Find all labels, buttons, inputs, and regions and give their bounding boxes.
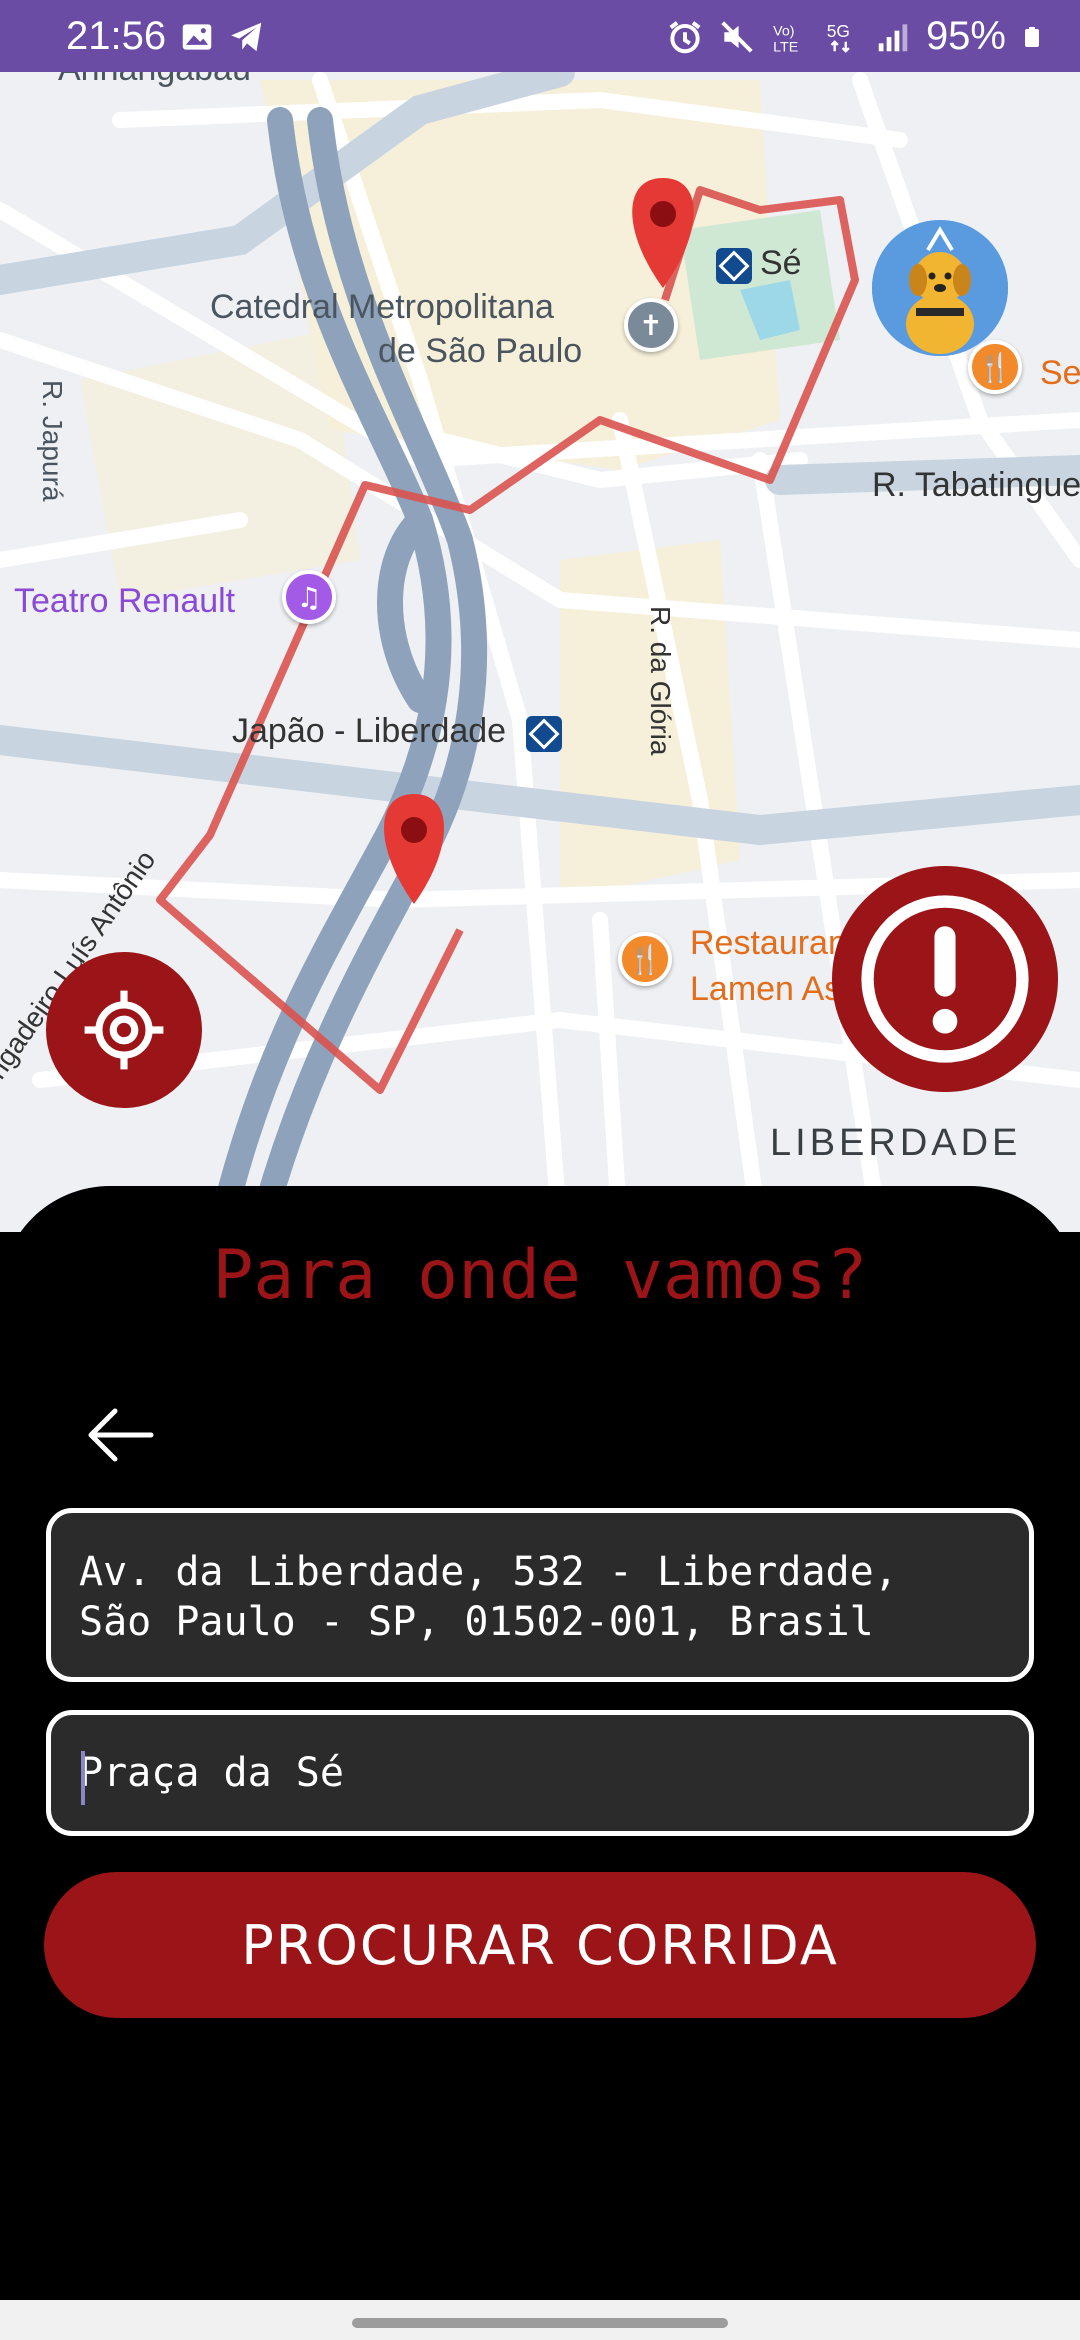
system-nav-bar bbox=[0, 2300, 1080, 2340]
restaurant-icon-right: 🍴 bbox=[968, 340, 1022, 394]
map-label-anhangabau: Anhangabaú bbox=[58, 72, 251, 89]
map-label-japao-liberdade: Japão - Liberdade bbox=[232, 712, 507, 750]
map-label-r-tabatinga: R. Tabatinguera bbox=[872, 466, 1080, 504]
metro-japao-icon bbox=[526, 716, 562, 752]
volte-icon: Vo)LTE bbox=[773, 23, 798, 55]
my-location-button[interactable] bbox=[46, 952, 202, 1108]
origin-address-line-2: São Paulo - SP, 01502-001, Brasil bbox=[79, 1599, 874, 1645]
alarm-icon bbox=[669, 20, 701, 53]
battery-percent: 95% bbox=[925, 14, 1006, 58]
origin-address-field[interactable]: Av. da Liberdade, 532 - Liberdade, São P… bbox=[46, 1508, 1034, 1682]
battery-icon bbox=[1025, 26, 1039, 47]
music-icon: ♫ bbox=[282, 570, 336, 624]
sheet-title: Para onde vamos? bbox=[212, 1236, 868, 1315]
avatar[interactable] bbox=[872, 220, 1008, 356]
status-time: 21:56 bbox=[66, 14, 167, 58]
restaurant-icon: 🍴 bbox=[618, 932, 672, 986]
svg-text:5G: 5G bbox=[827, 21, 850, 41]
5g-icon: 5G bbox=[827, 21, 850, 53]
arrow-left-icon bbox=[88, 1408, 154, 1462]
crosshair-icon bbox=[84, 990, 164, 1070]
exclamation-icon bbox=[861, 895, 1029, 1063]
map-label-r-japura: R. Japurá bbox=[37, 380, 68, 502]
map-label-catedral-2: de São Paulo bbox=[378, 332, 583, 370]
status-right: Vo) LTE 5G 95% bbox=[666, 14, 1044, 59]
text-caret bbox=[81, 1751, 85, 1805]
church-icon: ✝ bbox=[624, 298, 678, 352]
destination-field[interactable]: Praça da Sé bbox=[46, 1710, 1034, 1836]
signal-icon bbox=[878, 23, 908, 51]
origin-address-line-1: Av. da Liberdade, 532 - Liberdade, bbox=[79, 1549, 898, 1595]
back-button[interactable] bbox=[80, 1400, 160, 1470]
image-icon bbox=[182, 24, 212, 50]
emergency-alert-button[interactable] bbox=[832, 866, 1058, 1092]
destination-value: Praça da Sé bbox=[79, 1750, 344, 1796]
svg-text:LTE: LTE bbox=[773, 39, 798, 55]
svg-text:Vo): Vo) bbox=[773, 23, 794, 39]
map-label-district: LIBERDADE bbox=[770, 1122, 1022, 1164]
map-label-r-gloria: R. da Glória bbox=[645, 606, 676, 756]
map-label-catedral-1: Catedral Metropolitana bbox=[210, 288, 554, 326]
search-ride-button[interactable]: PROCURAR CORRIDA bbox=[44, 1872, 1036, 2018]
home-indicator[interactable] bbox=[352, 2318, 728, 2328]
status-left-icons bbox=[178, 18, 266, 56]
metro-se-icon bbox=[716, 248, 752, 284]
map-label-restaurant-right: Se bbox=[1040, 354, 1080, 392]
status-bar: 21:56 Vo) LTE 5G 95% bbox=[0, 0, 1080, 72]
map-label-teatro: Teatro Renault bbox=[14, 582, 236, 620]
telegram-icon bbox=[231, 22, 262, 52]
dog-avatar-icon bbox=[872, 220, 1008, 356]
map-label-se: Sé bbox=[760, 244, 802, 282]
mute-icon bbox=[721, 20, 753, 53]
